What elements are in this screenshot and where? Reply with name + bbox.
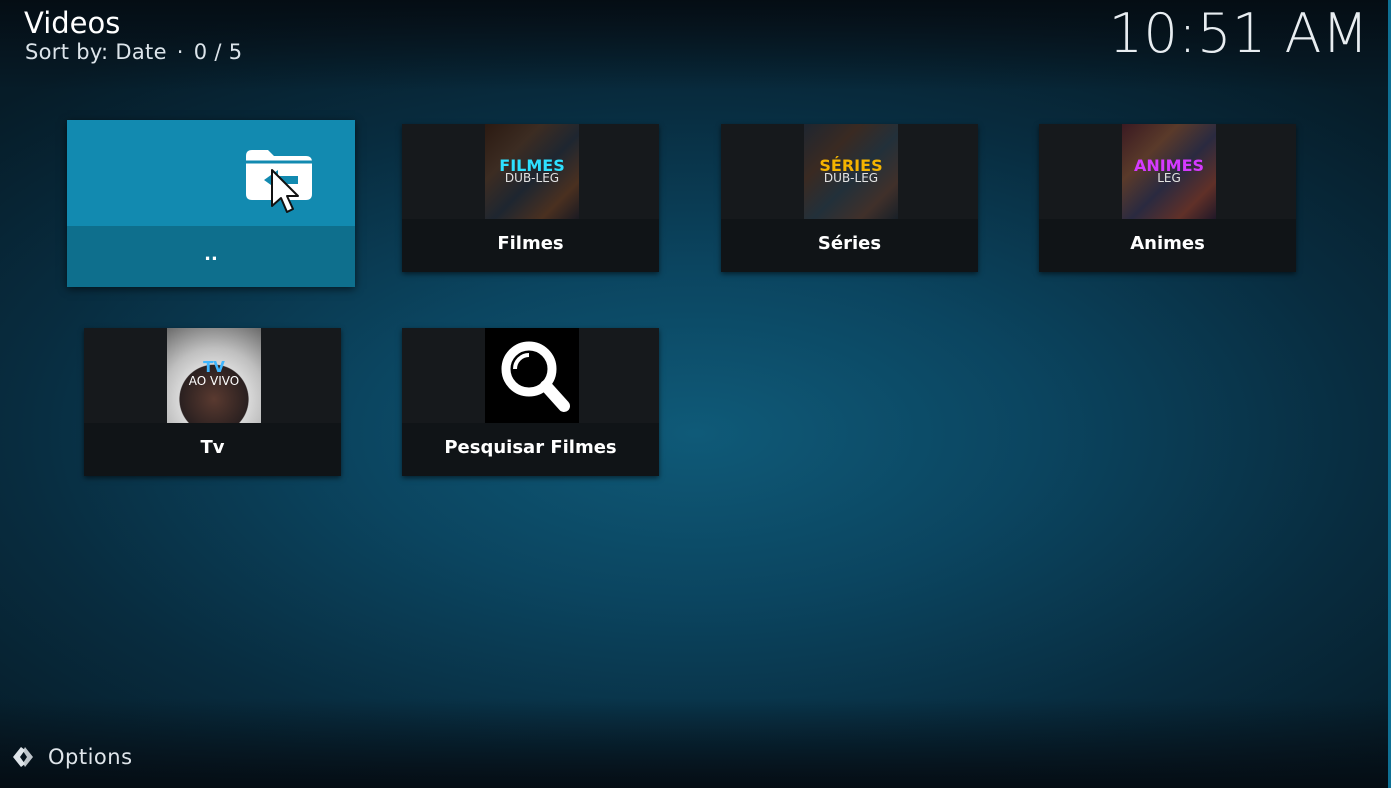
- tile-art: [67, 120, 355, 226]
- footer-shade: [0, 698, 1391, 788]
- options-button[interactable]: Options: [10, 744, 133, 770]
- tile-label: Tv: [84, 423, 341, 476]
- separator-dot: ·: [176, 40, 184, 64]
- sort-label: Sort by: Date: [25, 40, 167, 64]
- tile-series[interactable]: SÉRIES DUB-LEG Séries: [721, 124, 978, 272]
- clock: 10:51 AM: [1108, 2, 1369, 65]
- search-thumbnail: [485, 328, 579, 423]
- tile-pesquisar-filmes[interactable]: Pesquisar Filmes: [402, 328, 659, 476]
- thumb-subtitle: DUB-LEG: [823, 171, 879, 185]
- item-count: 0 / 5: [193, 40, 243, 64]
- page-title: Videos: [24, 6, 121, 40]
- tile-parent-folder[interactable]: ..: [67, 120, 355, 287]
- tile-label: Filmes: [402, 219, 659, 272]
- thumb-subtitle: AO VIVO: [188, 374, 240, 388]
- tile-label: Pesquisar Filmes: [402, 423, 659, 476]
- sort-info: Sort by: Date · 0 / 5: [25, 40, 242, 64]
- search-icon: [501, 341, 570, 412]
- options-icon: [13, 747, 33, 767]
- mouse-cursor-icon: [271, 169, 299, 213]
- tile-animes[interactable]: ANIMES LEG Animes: [1039, 124, 1296, 272]
- animes-thumbnail: ANIMES LEG: [1122, 124, 1216, 219]
- tile-filmes[interactable]: FILMES DUB-LEG Filmes: [402, 124, 659, 272]
- tile-label: Animes: [1039, 219, 1296, 272]
- series-thumbnail: SÉRIES DUB-LEG: [804, 124, 898, 219]
- thumb-subtitle: LEG: [1157, 171, 1181, 185]
- filmes-thumbnail: FILMES DUB-LEG: [485, 124, 579, 219]
- tile-label: Séries: [721, 219, 978, 272]
- tile-tv[interactable]: TV AO VIVO Tv: [84, 328, 341, 476]
- thumb-subtitle: DUB-LEG: [504, 171, 560, 185]
- tv-thumbnail: TV AO VIVO: [167, 328, 261, 423]
- tile-label: ..: [67, 226, 355, 287]
- options-label: Options: [48, 745, 133, 769]
